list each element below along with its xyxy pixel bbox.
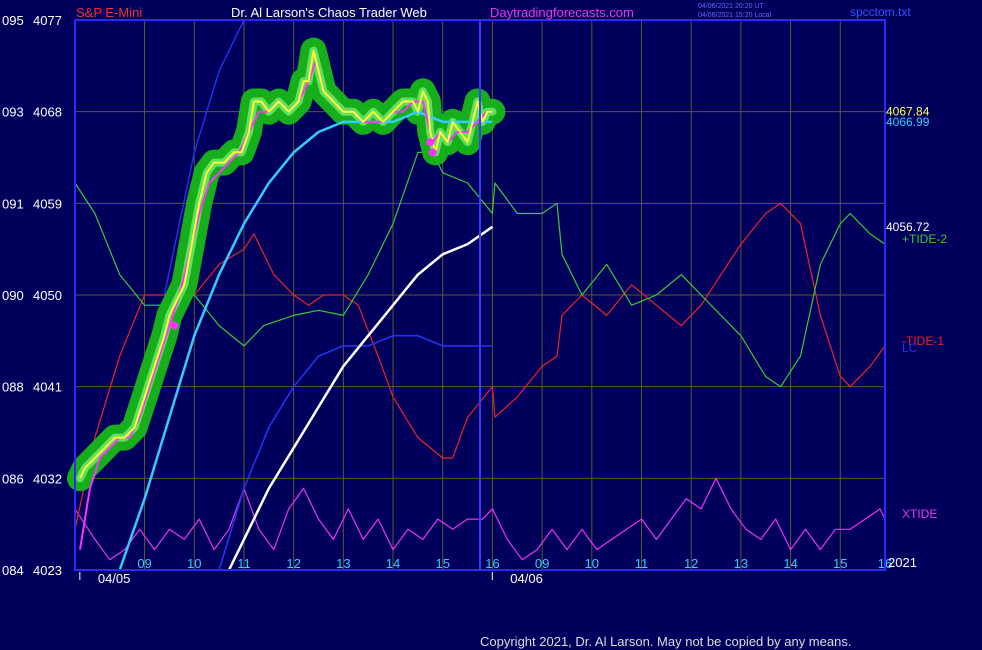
x-tick-label: 09 bbox=[535, 556, 549, 571]
x-tick-label: 10 bbox=[187, 556, 201, 571]
price-marker bbox=[170, 321, 179, 330]
y-tick-label-right: 4077 bbox=[33, 13, 62, 28]
price-marker bbox=[426, 138, 435, 147]
x-tick-label: 11 bbox=[635, 556, 649, 571]
y-tick-label-left: 093 bbox=[2, 105, 24, 120]
series-line-blue-avg bbox=[218, 334, 493, 571]
chart-area: 095 4077 093 4068 091 4059 090 4050 088 4041 086 40… bbox=[2, 3, 947, 649]
x-tick-label: 12 bbox=[684, 556, 698, 571]
y-tick-label-left: 088 bbox=[2, 380, 24, 395]
legend-label: LC bbox=[902, 341, 918, 355]
x-tick-label: 15 bbox=[435, 556, 449, 571]
y-tick-label-left: 095 bbox=[2, 13, 24, 28]
date-label: 04/06 bbox=[510, 571, 543, 586]
x-tick-label: 15 bbox=[833, 556, 847, 571]
y-tick-label-left: 090 bbox=[2, 288, 24, 303]
x-tick-label: 16 bbox=[485, 556, 499, 571]
legend-label: +TIDE-2 bbox=[902, 232, 947, 246]
y-tick-label-right: 4023 bbox=[33, 563, 62, 578]
legend-label: XTIDE bbox=[902, 507, 937, 521]
y-tick-label-left: 086 bbox=[2, 471, 24, 486]
right-value-label: 4066.99 bbox=[886, 115, 930, 129]
y-tick-label-right: 4041 bbox=[33, 380, 62, 395]
year-label: 2021 bbox=[888, 555, 917, 570]
y-tick-label-left: 084 bbox=[2, 563, 24, 578]
timestamp-ut: 04/06/2021 20:20 UT bbox=[698, 3, 764, 10]
site-link[interactable]: Daytradingforecasts.com bbox=[490, 5, 634, 20]
x-tick-label: 12 bbox=[286, 556, 300, 571]
x-tick-label: 13 bbox=[734, 556, 748, 571]
site-title: Dr. Al Larson's Chaos Trader Web bbox=[231, 5, 427, 20]
x-tick-label: 13 bbox=[336, 556, 350, 571]
x-tick-label: 14 bbox=[783, 556, 797, 571]
x-tick-label: 09 bbox=[137, 556, 151, 571]
x-tick-label: 10 bbox=[585, 556, 599, 571]
file-name: spcctom.txt bbox=[850, 5, 911, 19]
price-marker bbox=[428, 148, 437, 157]
y-tick-label-right: 4059 bbox=[33, 196, 62, 211]
x-tick-label: 14 bbox=[386, 556, 400, 571]
date-label: 04/05 bbox=[98, 571, 131, 586]
instrument-title: S&P E-Mini bbox=[76, 5, 142, 20]
y-tick-label-right: 4050 bbox=[33, 288, 62, 303]
series-line-white-avg bbox=[227, 225, 494, 571]
y-tick-label-right: 4068 bbox=[33, 105, 62, 120]
x-tick-label: 11 bbox=[237, 556, 251, 571]
copyright-notice: Copyright 2021, Dr. Al Larson. May not b… bbox=[480, 634, 851, 649]
timestamp-local: 04/06/2021 15:20 Local bbox=[698, 12, 772, 19]
y-tick-label-right: 4032 bbox=[33, 471, 62, 486]
y-tick-label-left: 091 bbox=[2, 196, 24, 211]
